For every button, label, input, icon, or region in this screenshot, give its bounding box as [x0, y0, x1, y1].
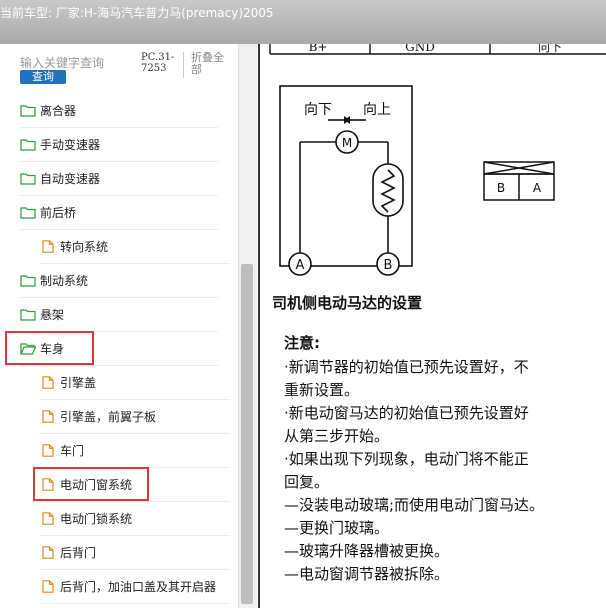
file-icon: [42, 376, 54, 389]
terminal-b-label: B: [384, 258, 393, 273]
tree-item-label: 电动门锁系统: [60, 512, 133, 526]
file-icon: [42, 512, 54, 525]
folder-icon: [20, 207, 36, 219]
terminal-b: B: [376, 252, 400, 276]
sidebar: 查询 PC.31-7253 折叠全部 离合器手动变速器自动变速器前后桥转向系统制…: [0, 44, 258, 608]
tree-item-9[interactable]: 引擎盖，前翼子板: [40, 400, 230, 434]
table-col-down: 向下: [538, 44, 562, 54]
tree-item-12[interactable]: 电动门锁系统: [40, 502, 230, 536]
note-line: —电动窗调节器被拆除。: [284, 565, 450, 583]
collapse-all-button[interactable]: 折叠全部: [191, 52, 233, 76]
tree-item-label: 自动变速器: [40, 172, 101, 186]
terminal-a: A: [288, 252, 312, 276]
tree-item-1[interactable]: 手动变速器: [20, 128, 218, 162]
note-title: 注意:: [284, 334, 320, 352]
folder-icon: [20, 139, 36, 151]
tree-item-10[interactable]: 车门: [40, 434, 230, 468]
search-button[interactable]: 查询: [20, 70, 66, 84]
file-icon: [42, 546, 54, 559]
folder-icon: [20, 105, 36, 117]
model-code: PC.31-7253: [141, 52, 184, 78]
tree-item-label: 手动变速器: [40, 138, 101, 152]
file-icon: [42, 580, 54, 593]
tree-item-label: 车门: [60, 444, 85, 458]
tree-item-label: 后背门，加油口盖及其开启器: [60, 580, 217, 594]
note-line: —更换门玻璃。: [284, 519, 390, 537]
folder-icon: [20, 275, 36, 287]
tree-item-label: 引擎盖，前翼子板: [60, 410, 157, 424]
tree-item-2[interactable]: 自动变速器: [20, 162, 218, 196]
circuit-outline: [279, 85, 413, 267]
label-up: 向上: [363, 102, 391, 118]
tree-item-label: 悬架: [40, 308, 65, 322]
connector-a-label: A: [533, 181, 542, 195]
tree-item-3[interactable]: 前后桥: [20, 196, 218, 230]
tree-item-5[interactable]: 制动系统: [20, 264, 218, 298]
tree-item-4[interactable]: 转向系统: [40, 230, 230, 264]
search-row: 查询 PC.31-7253 折叠全部: [0, 44, 238, 92]
window-title: 当前车型: 厂家:H-海马汽车普力马(premacy)2005: [0, 6, 274, 20]
document-view: B+ GND 向下 向下 向上 M A B B A 司机侧电动马达的设置 注意:…: [258, 44, 606, 608]
title-bar: 当前车型: 厂家:H-海马汽车普力马(premacy)2005: [0, 0, 606, 44]
highlight-box: [5, 331, 94, 365]
note-line: ·新调节器的初始值已预先设置好，不: [284, 358, 529, 376]
file-icon: [42, 410, 54, 423]
file-icon: [42, 240, 54, 253]
tree-item-label: 前后桥: [40, 206, 77, 220]
folder-icon: [20, 309, 36, 321]
tree-item-label: 引擎盖: [60, 376, 97, 390]
connector-b-label: B: [497, 181, 505, 195]
note-line: ·新电动窗马达的初始值已预先设置好: [284, 404, 529, 422]
connector: [483, 161, 555, 201]
note-line: ·如果出现下列现象，电动门将不能正: [284, 450, 529, 468]
search-input[interactable]: [20, 56, 104, 70]
tree-item-0[interactable]: 离合器: [20, 94, 218, 128]
note-line: —玻璃升降器槽被更换。: [284, 542, 450, 560]
label-down: 向下: [304, 102, 332, 118]
tree-item-label: 后背门: [60, 546, 97, 560]
note-line: 从第三步开始。: [284, 427, 390, 445]
folder-icon: [20, 173, 36, 185]
note-line: 回复。: [284, 473, 330, 491]
terminal-a-label: A: [296, 258, 305, 273]
note-line: 重新设置。: [284, 381, 360, 399]
tree-item-6[interactable]: 悬架: [20, 298, 218, 332]
motor-label: M: [342, 136, 352, 150]
tree-item-label: 离合器: [40, 104, 77, 118]
highlight-box: [33, 467, 149, 501]
table-col-gnd: GND: [405, 44, 435, 54]
table-col-b-plus: B+: [309, 44, 328, 54]
tree-item-8[interactable]: 引擎盖: [40, 366, 230, 400]
tree-item-label: 转向系统: [60, 240, 109, 254]
note-line: —没装电动玻璃;而使用电动门窗马达。: [284, 496, 545, 514]
tree-item-13[interactable]: 后背门: [40, 536, 230, 570]
tree-item-14[interactable]: 后背门，加油口盖及其开启器: [40, 570, 230, 604]
tree-item-label: 制动系统: [40, 274, 89, 288]
file-icon: [42, 444, 54, 457]
section-heading: 司机侧电动马达的设置: [272, 294, 423, 312]
sidebar-scroll-thumb[interactable]: [241, 264, 253, 604]
